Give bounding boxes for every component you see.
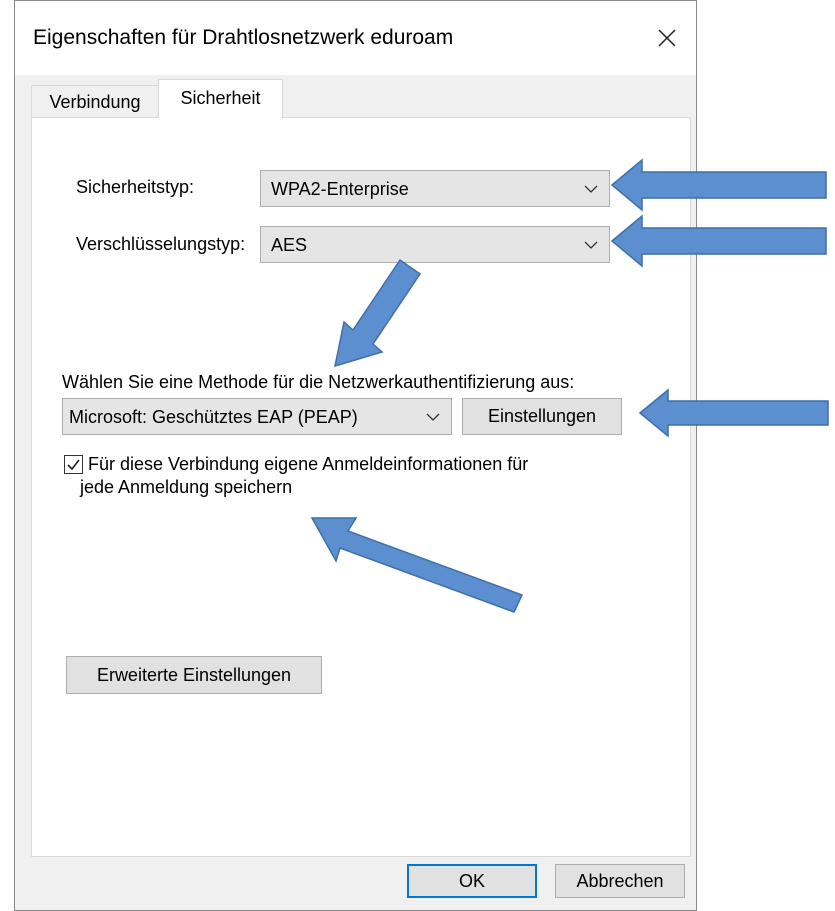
tab-verbindung[interactable]: Verbindung <box>31 85 159 117</box>
remember-credentials-label-line2: jede Anmeldung speichern <box>80 477 293 497</box>
title-bar: Eigenschaften für Drahtlosnetzwerk eduro… <box>15 1 696 75</box>
checkmark-icon <box>67 459 80 471</box>
chevron-down-icon <box>426 413 440 421</box>
encryption-type-select[interactable]: AES <box>260 226 610 263</box>
auth-method-label: Wählen Sie eine Methode für die Netzwerk… <box>62 372 575 392</box>
close-icon <box>658 29 676 47</box>
security-type-label: Sicherheitstyp: <box>76 177 195 197</box>
cancel-button[interactable]: Abbrechen <box>555 864 685 898</box>
security-type-select[interactable]: WPA2-Enterprise <box>260 170 610 207</box>
remember-credentials-checkbox[interactable] <box>64 455 83 474</box>
properties-dialog: Eigenschaften für Drahtlosnetzwerk eduro… <box>14 0 697 911</box>
security-tab-panel: Sicherheitstyp: WPA2-Enterprise Verschlü… <box>31 117 691 857</box>
encryption-type-label: Verschlüsselungstyp: <box>76 234 246 254</box>
auth-method-select[interactable]: Microsoft: Geschütztes EAP (PEAP) <box>62 398 452 435</box>
chevron-down-icon <box>584 185 598 193</box>
encryption-type-value: AES <box>271 235 308 255</box>
close-button[interactable] <box>648 19 686 57</box>
settings-button[interactable]: Einstellungen <box>462 398 622 435</box>
dialog-title: Eigenschaften für Drahtlosnetzwerk eduro… <box>33 26 454 49</box>
security-type-value: WPA2-Enterprise <box>271 179 409 199</box>
tab-sicherheit[interactable]: Sicherheit <box>158 79 283 118</box>
chevron-down-icon <box>584 241 598 249</box>
remember-credentials-label-line1: Für diese Verbindung eigene Anmeldeinfor… <box>88 454 529 474</box>
auth-method-value: Microsoft: Geschütztes EAP (PEAP) <box>69 407 358 427</box>
advanced-settings-button[interactable]: Erweiterte Einstellungen <box>66 656 322 694</box>
ok-button[interactable]: OK <box>407 864 537 898</box>
